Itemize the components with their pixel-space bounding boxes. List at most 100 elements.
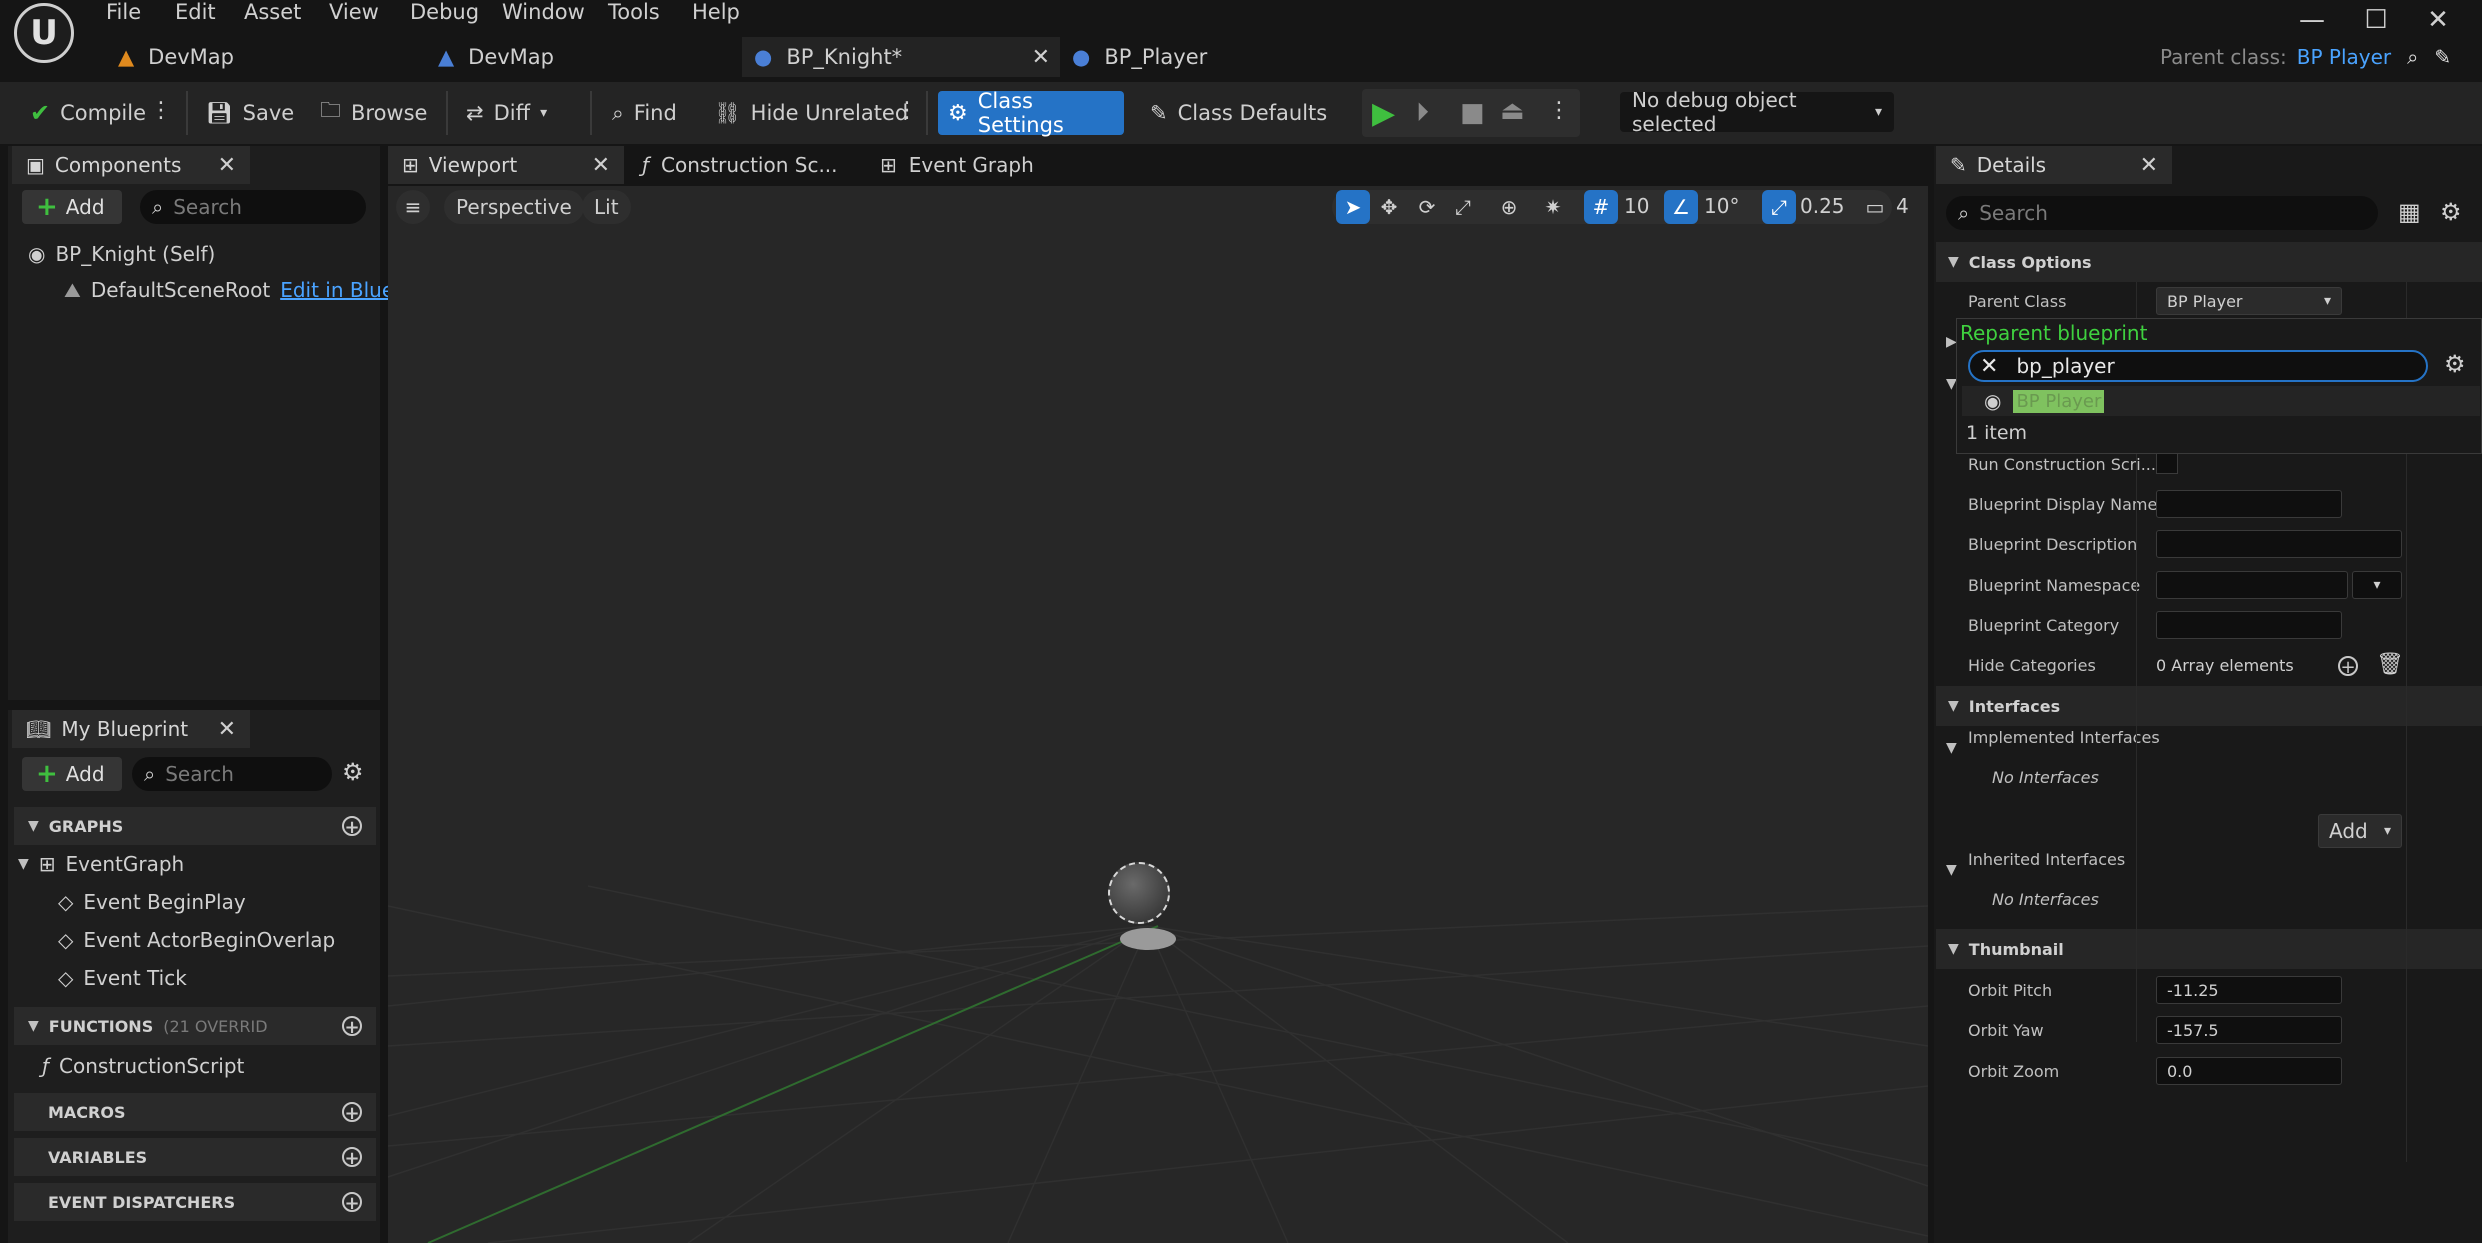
compile-options-icon[interactable]: ⋮ — [150, 98, 172, 123]
menu-help[interactable]: Help — [692, 0, 740, 24]
description-input[interactable] — [2156, 530, 2402, 558]
orbit-pitch-input[interactable]: -11.25 — [2156, 976, 2342, 1004]
doc-tab-devmap-1[interactable]: ▲ DevMap — [110, 37, 418, 77]
hide-unrelated-button[interactable]: ⛓︎ Hide Unrelated — [704, 91, 918, 135]
rotation-snap-value[interactable]: 10° — [1704, 194, 1739, 218]
close-panel-icon[interactable]: ✕ — [2140, 153, 2158, 178]
diff-button[interactable]: ⇄ Diff ▾ — [456, 91, 557, 135]
close-panel-icon[interactable]: ✕ — [218, 153, 236, 178]
gear-icon[interactable]: ⚙ — [2440, 198, 2462, 226]
step-icon[interactable]: ⏵ — [1416, 98, 1429, 129]
my-blueprint-tab[interactable]: 📖︎ My Blueprint ✕ — [12, 710, 250, 748]
debug-object-select[interactable]: No debug object selected ▾ — [1620, 88, 1894, 136]
doc-tab-devmap-2[interactable]: ▲ DevMap — [430, 37, 738, 77]
macros-section-header[interactable]: MACROS + — [14, 1093, 376, 1131]
gear-icon[interactable]: ⚙ — [2444, 350, 2466, 378]
add-variable-icon[interactable]: + — [342, 1147, 362, 1168]
variables-section-header[interactable]: VARIABLES + — [14, 1138, 376, 1176]
doc-tab-bp-player[interactable]: ● BP_Player — [1072, 37, 1372, 77]
class-options-section[interactable]: ▼ Class Options — [1936, 242, 2482, 282]
search-icon[interactable]: ⌕ — [2407, 45, 2418, 69]
surface-snap-icon[interactable]: ✷ — [1536, 190, 1570, 224]
eject-icon[interactable]: ⏏ — [1500, 96, 1525, 126]
component-self-item[interactable]: ◉ BP_Knight (Self) — [28, 242, 215, 266]
hide-unrelated-options-icon[interactable]: ⋮ — [896, 98, 918, 123]
compile-button[interactable]: ✔ Compile — [20, 91, 156, 135]
close-tab-icon[interactable]: ✕ — [592, 153, 610, 178]
tab-event-graph[interactable]: ⊞ Event Graph — [880, 146, 1034, 184]
add-element-icon[interactable]: + — [2338, 656, 2358, 677]
add-blueprint-member-button[interactable]: + Add — [22, 757, 122, 791]
menu-tools[interactable]: Tools — [608, 0, 660, 24]
event-item[interactable]: ◇ Event Tick — [58, 966, 187, 990]
close-tab-icon[interactable]: ✕ — [1032, 45, 1050, 70]
parent-class-link[interactable]: BP Player — [2297, 45, 2391, 69]
display-name-input[interactable] — [2156, 490, 2342, 518]
scale-snap-value[interactable]: 0.25 — [1800, 194, 1845, 218]
class-defaults-button[interactable]: ✎ Class Defaults — [1140, 91, 1337, 135]
components-tab[interactable]: ▣ Components ✕ — [12, 146, 250, 184]
components-search-input[interactable]: ⌕ Search — [140, 190, 366, 224]
details-search-input[interactable]: ⌕ Search — [1946, 196, 2378, 230]
construction-script-item[interactable]: ƒ ConstructionScript — [42, 1054, 244, 1078]
grid-snap-icon[interactable]: # — [1584, 190, 1618, 224]
lit-button[interactable]: Lit — [582, 190, 631, 224]
namespace-dropdown[interactable]: ▾ — [2352, 571, 2402, 599]
menu-asset[interactable]: Asset — [244, 0, 301, 24]
scene-root-sphere-icon[interactable] — [1108, 862, 1170, 924]
event-item[interactable]: ◇ Event ActorBeginOverlap — [58, 928, 335, 952]
play-options-icon[interactable]: ⋮ — [1548, 98, 1570, 123]
browse-button[interactable]: 🗀︎ Browse — [310, 91, 437, 135]
class-settings-button[interactable]: ⚙ Class Settings — [938, 89, 1124, 137]
category-input[interactable] — [2156, 611, 2342, 639]
orbit-yaw-input[interactable]: -157.5 — [2156, 1016, 2342, 1044]
add-macro-icon[interactable]: + — [342, 1102, 362, 1123]
details-tab[interactable]: ✎ Details ✕ — [1936, 146, 2172, 184]
namespace-input[interactable] — [2156, 571, 2348, 599]
close-panel-icon[interactable]: ✕ — [218, 717, 236, 742]
gear-icon[interactable]: ⚙ — [342, 758, 364, 786]
thumbnail-section[interactable]: ▼ Thumbnail — [1936, 929, 2482, 969]
run-construction-checkbox[interactable] — [2156, 452, 2178, 474]
scale-icon[interactable]: ⤢ — [1446, 190, 1480, 224]
add-graph-icon[interactable]: + — [342, 816, 362, 837]
reparent-search-input[interactable]: ✕ bp_player — [1968, 350, 2428, 382]
close-window-icon[interactable]: ✕ — [2424, 6, 2452, 34]
select-mode-icon[interactable]: ➤ — [1336, 190, 1370, 224]
graphs-section-header[interactable]: ▼ GRAPHS + — [14, 807, 376, 845]
parent-class-dropdown[interactable]: BP Player ▾ — [2156, 287, 2342, 315]
menu-view[interactable]: View — [329, 0, 379, 24]
tab-viewport[interactable]: ⊞ Viewport ✕ — [388, 146, 624, 184]
orbit-zoom-input[interactable]: 0.0 — [2156, 1057, 2342, 1085]
table-view-icon[interactable]: ▦ — [2398, 198, 2421, 226]
maximize-icon[interactable]: ☐ — [2362, 6, 2390, 34]
clear-search-icon[interactable]: ✕ — [1980, 354, 1998, 379]
translate-icon[interactable]: ✥ — [1372, 190, 1406, 224]
viewport[interactable] — [388, 186, 1928, 1243]
find-button[interactable]: ⌕ Find — [602, 91, 687, 135]
stop-icon[interactable]: ■ — [1460, 98, 1485, 128]
doc-tab-bp-knight[interactable]: ● BP_Knight* ✕ — [742, 37, 1060, 77]
my-blueprint-search-input[interactable]: ⌕ Search — [132, 757, 332, 791]
trash-icon[interactable]: 🗑︎ — [2376, 652, 2404, 677]
add-component-button[interactable]: + Add — [22, 190, 122, 224]
grid-snap-value[interactable]: 10 — [1624, 194, 1649, 218]
world-space-icon[interactable]: ⊕ — [1492, 190, 1526, 224]
play-icon[interactable]: ▶ — [1372, 96, 1395, 131]
camera-speed-value[interactable]: 4 — [1896, 194, 1909, 218]
event-graph-item[interactable]: ▼ ⊞ EventGraph — [18, 852, 184, 876]
tab-construction-script[interactable]: ƒ Construction Sc... — [642, 146, 838, 184]
component-root-item[interactable]: ⛰︎ DefaultSceneRoot Edit in Bluep — [64, 278, 407, 302]
functions-section-header[interactable]: ▼ FUNCTIONS (21 OVERRID + — [14, 1007, 376, 1045]
camera-speed-icon[interactable]: ▭ — [1858, 190, 1892, 224]
menu-window[interactable]: Window — [502, 0, 585, 24]
add-dispatcher-icon[interactable]: + — [342, 1192, 362, 1213]
scale-snap-icon[interactable]: ⤢ — [1762, 190, 1796, 224]
viewport-menu-icon[interactable]: ≡ — [396, 190, 430, 224]
reparent-result-item[interactable]: ◉ BP Player — [1984, 386, 2105, 416]
edit-pencil-icon[interactable]: ✎ — [2434, 45, 2451, 69]
perspective-button[interactable]: Perspective — [444, 190, 584, 224]
event-dispatchers-section-header[interactable]: EVENT DISPATCHERS + — [14, 1183, 376, 1221]
menu-edit[interactable]: Edit — [175, 0, 216, 24]
menu-debug[interactable]: Debug — [410, 0, 479, 24]
